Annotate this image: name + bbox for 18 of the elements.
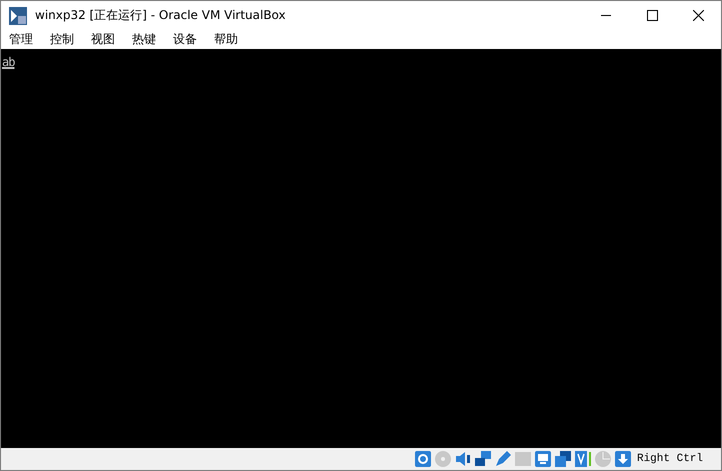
video-capture-icon[interactable]	[574, 450, 592, 468]
app-icon	[9, 6, 27, 24]
host-key-label: Right Ctrl	[636, 453, 703, 465]
network-icon[interactable]	[474, 450, 492, 468]
menu-item[interactable]: 管理	[3, 31, 39, 48]
vm-screen[interactable]: ab	[1, 49, 721, 448]
console-text: ab	[2, 55, 14, 69]
close-icon	[692, 10, 704, 21]
menu-item[interactable]: 帮助	[208, 31, 244, 48]
speaker-icon[interactable]	[454, 450, 472, 468]
windows-icon[interactable]	[554, 450, 572, 468]
menu-item[interactable]: 视图	[85, 31, 121, 48]
window-title: winxp32 [正在运行] - Oracle VM VirtualBox	[35, 7, 287, 24]
monitor-icon[interactable]	[534, 450, 552, 468]
menu-item[interactable]: 设备	[167, 31, 203, 48]
menu-item[interactable]: 热键	[126, 31, 162, 48]
menu-item[interactable]: 控制	[44, 31, 80, 48]
maximize-icon	[646, 10, 658, 21]
